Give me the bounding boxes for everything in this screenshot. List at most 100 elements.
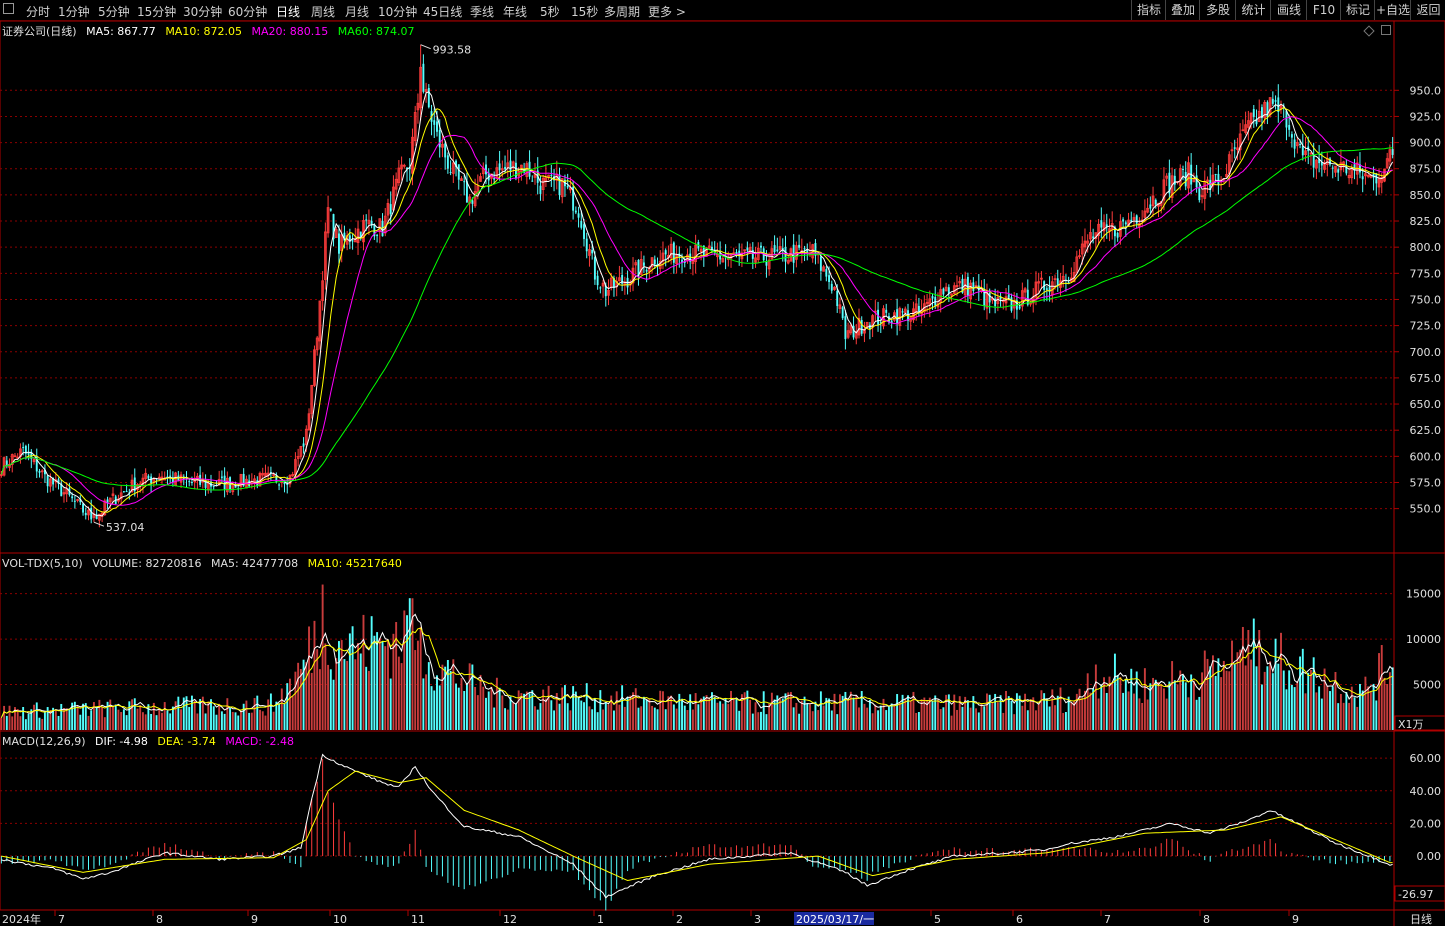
candle-body [711,246,713,250]
volume-bar [346,660,349,730]
candle-body [760,245,762,248]
candle-body [5,460,8,465]
x-axis-label-6: 12 [503,913,517,926]
volume-bar [754,702,757,730]
x-axis-label-13: 7 [1104,913,1111,926]
volume-bar [141,712,144,730]
volume-bar [109,699,112,730]
volume-bar [1339,693,1342,730]
candle-body [645,269,648,272]
volume-bar [517,690,520,730]
volume-bar [474,686,477,730]
volume-bar [338,641,340,730]
volume-bar [887,705,890,730]
price-tick-label: 700.0 [1410,346,1442,359]
volume-bar [1171,661,1174,730]
volume-bar [166,710,169,730]
candle-body [427,87,430,108]
volume-bar [416,640,419,730]
volume-bar [683,705,686,730]
price-tick-label: 650.0 [1410,398,1442,411]
volume-bar [534,706,536,730]
volume-bar [969,707,972,730]
volume-bar [849,691,852,730]
volume-tick-label: 5000 [1413,679,1441,692]
volume-bar [1348,702,1351,730]
volume-bar [122,709,125,730]
dea-readout: DEA: -3.74 [157,735,216,748]
volume-bar [1214,675,1217,730]
volume-bar [1269,661,1272,730]
volume-bar [215,714,218,730]
price-tick-label: 550.0 [1410,503,1442,516]
candle-body [1293,139,1296,149]
volume-bar [256,695,259,730]
volume-bar [830,710,833,730]
candle-body [765,261,768,266]
volume-bar [400,663,403,730]
volume-bar [950,715,953,730]
volume-bar [430,686,433,730]
volume-bar [457,687,460,730]
volume-bar [863,703,866,730]
volume-bar [272,711,275,730]
volume-bar [1094,664,1097,730]
candle-body [819,256,822,271]
volume-bar [1086,673,1089,730]
high-price-label: 993.58 [433,44,472,57]
volume-bar [629,695,632,730]
volume-bar [11,716,14,730]
candle-body [574,210,577,213]
volume-bar [65,708,68,730]
volume-bar [482,686,485,730]
candle-body [746,247,749,251]
volume-bar [449,670,452,730]
volume-bar [1092,688,1095,730]
volume-bar [381,641,384,730]
volume-bar [27,713,30,730]
candle-body [1045,288,1048,290]
volume-bar [465,682,468,730]
volume-readout: VOLUME: 82720816 [92,557,202,570]
volume-bar [1228,671,1231,730]
volume-bar [490,686,493,730]
candle-body [22,447,25,449]
volume-bar [664,709,667,730]
volume-bar [838,694,841,730]
volume-bar [131,699,134,730]
volume-bar [54,710,57,730]
volume-bar [512,702,515,730]
volume-bar [1111,682,1114,730]
volume-bar [983,706,986,730]
volume-bar [1127,691,1130,730]
volume-bar [1198,696,1201,730]
volume-bar [618,704,621,730]
volume-bar [1203,650,1206,730]
volume-bar [101,706,104,730]
volume-bar [591,709,594,730]
volume-bar [583,702,585,730]
candle-body [1337,169,1340,173]
volume-bar [1350,686,1353,730]
volume-bar [264,715,267,730]
candle-body [1252,109,1255,118]
volume-bar [855,695,858,730]
candle-body [436,121,438,132]
candle-body [1312,155,1315,168]
volume-bar [283,703,286,730]
volume-bar [46,707,49,730]
volume-bar [144,714,147,730]
panel-close-icon[interactable] [1381,25,1391,35]
volume-bar [1318,686,1321,730]
macd-current-value: -26.97 [1398,888,1433,901]
volume-bar [112,705,114,730]
volume-bar [1250,659,1253,730]
low-price-label: 537.04 [106,521,145,534]
x-axis-label-0: 2024年 [2,912,41,926]
volume-bar [760,711,762,730]
candle-body [1274,100,1277,102]
volume-bar [267,699,270,730]
candle-body [223,475,226,490]
volume-bar [1375,700,1378,730]
candle-body [1217,173,1220,185]
